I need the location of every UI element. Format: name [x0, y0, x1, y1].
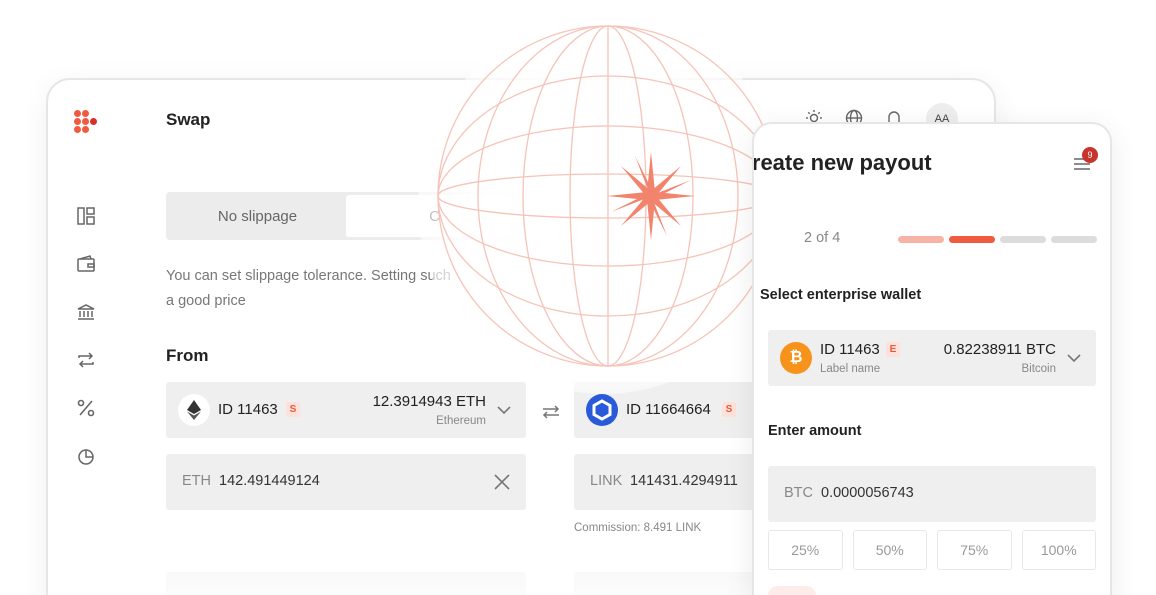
from-currency: ETH: [182, 473, 211, 489]
ethereum-icon: [178, 394, 210, 426]
slippage-hint: You can set slippage tolerance. Setting …: [166, 268, 451, 309]
status-badge: S: [286, 402, 300, 417]
amount-currency: BTC: [784, 485, 813, 501]
amount-section-title: Enter amount: [768, 423, 862, 439]
wallet-select[interactable]: ₿ ID 11463 E Label name 0.82238911 BTC B…: [768, 330, 1096, 386]
pie-chart-icon[interactable]: [76, 446, 96, 466]
chainlink-icon: [586, 394, 618, 426]
percent-75-button[interactable]: 75%: [937, 530, 1012, 570]
payout-title: Create new payout: [752, 150, 932, 175]
step-bar-1: [898, 236, 944, 243]
from-label: From: [166, 346, 209, 365]
amount-value: 0.0000056743: [821, 485, 914, 501]
wallet-id: ID 11463: [820, 341, 880, 358]
chevron-down-icon: [1067, 354, 1081, 363]
to-token-id: ID 11664664: [626, 401, 711, 418]
percent-25-button[interactable]: 25%: [768, 530, 843, 570]
step-bar-3: [1000, 236, 1046, 243]
payout-panel: Create new payout 9 2 of 4 Select enterp…: [752, 122, 1112, 595]
chevron-down-icon: [497, 406, 511, 415]
toggle-switch[interactable]: [768, 586, 816, 595]
enterprise-badge: E: [886, 342, 900, 357]
from-token-amount: 12.3914943 ETH: [372, 393, 486, 410]
no-slippage-option[interactable]: No slippage: [169, 195, 346, 237]
faded-row: [166, 572, 526, 595]
wallet-section-title: Select enterprise wallet: [760, 287, 922, 303]
wallet-icon[interactable]: [76, 254, 96, 274]
wallet-amount: 0.82238911 BTC: [943, 341, 1056, 358]
to-amount-value: 141431.4294911: [630, 473, 738, 489]
status-badge: S: [722, 402, 736, 417]
notification-badge: 9: [1082, 147, 1098, 163]
from-token-network: Ethereum: [436, 415, 486, 427]
commission-text: Commission: 8.491 LINK: [574, 522, 702, 534]
from-amount-input[interactable]: ETH 142.491449124: [166, 454, 526, 510]
percent-100-button[interactable]: 100%: [1021, 530, 1096, 570]
to-amount-input[interactable]: LINK 141431.4294911: [574, 454, 774, 510]
wallet-network: Bitcoin: [1021, 363, 1056, 375]
swap-direction-icon[interactable]: [541, 402, 561, 422]
dashboard-icon[interactable]: [76, 206, 96, 226]
wallet-label: Label name: [820, 363, 881, 375]
bank-icon[interactable]: [76, 302, 96, 322]
faded-row: [574, 572, 774, 595]
to-currency: LINK: [590, 473, 623, 489]
step-bar-2: [949, 236, 995, 243]
from-amount-value: 142.491449124: [219, 473, 320, 489]
from-token-id: ID 11463: [218, 401, 278, 418]
bitcoin-icon: ₿: [780, 342, 812, 374]
percent-50-button[interactable]: 50%: [852, 530, 927, 570]
percent-buttons: 25% 50% 75% 100%: [768, 530, 1096, 570]
spark-icon: [607, 152, 695, 240]
app-logo[interactable]: [74, 110, 102, 138]
globe-illustration: [418, 16, 790, 394]
percent-icon[interactable]: [76, 398, 96, 418]
amount-input[interactable]: BTC 0.0000056743: [768, 466, 1096, 522]
swap-icon[interactable]: [76, 350, 96, 370]
step-bar-4: [1051, 236, 1097, 243]
page-title: Swap: [166, 110, 211, 129]
step-indicator: 2 of 4: [804, 230, 841, 246]
close-icon[interactable]: [492, 472, 512, 492]
